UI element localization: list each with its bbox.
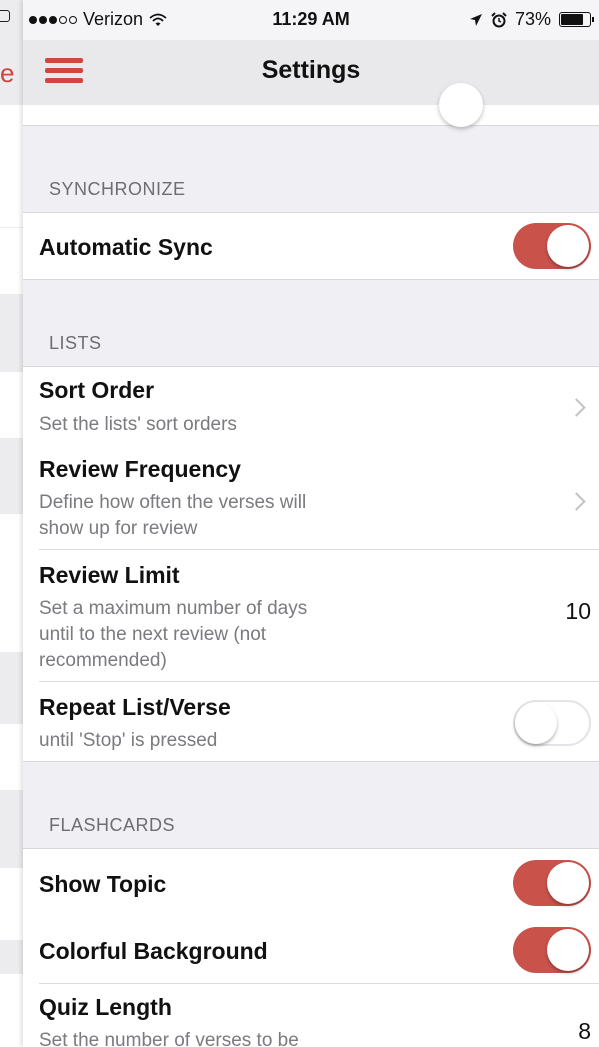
section-header-label: FLASHCARDS	[49, 815, 176, 835]
background-row	[0, 974, 23, 1047]
status-bar: Verizon 11:29 AM 73%	[23, 0, 599, 40]
location-arrow-icon	[469, 13, 482, 26]
row-subtitle: Set the lists' sort orders	[39, 414, 237, 435]
chevron-right-icon	[567, 398, 586, 417]
row-title: Sort Order	[39, 377, 155, 403]
row-colorful-background[interactable]: Colorful Background	[23, 916, 599, 984]
background-row	[0, 372, 23, 438]
row-title: Review Frequency	[39, 456, 241, 482]
cut-off-row	[23, 83, 599, 127]
row-subtitle: until 'Stop' is pressed	[39, 730, 218, 751]
battery-percent: 73%	[514, 9, 551, 29]
settings-panel: Verizon 11:29 AM 73% Settings SYNCHRONIZ…	[23, 0, 599, 1047]
row-subtitle: show up for review	[39, 518, 198, 539]
row-title: Repeat List/Verse	[39, 694, 231, 720]
row-title: Automatic Sync	[39, 234, 213, 260]
row-review-frequency[interactable]: Review Frequency Define how often the ve…	[23, 444, 599, 550]
row-title: Review Limit	[39, 562, 180, 588]
row-repeat-list-verse[interactable]: Repeat List/Verse until 'Stop' is presse…	[23, 682, 599, 762]
background-nav-text: e	[0, 58, 15, 88]
row-subtitle: Set a maximum number of days	[39, 598, 308, 619]
section-header-flashcards: FLASHCARDS	[23, 762, 599, 848]
background-app-edge[interactable]: e	[0, 0, 23, 1047]
row-automatic-sync[interactable]: Automatic Sync	[23, 212, 599, 280]
battery-icon	[559, 12, 594, 27]
row-subtitle: Set the number of verses to be	[39, 1030, 299, 1047]
row-subtitle: Define how often the verses will	[39, 492, 307, 513]
background-battery-icon	[0, 10, 10, 22]
background-row	[0, 724, 23, 790]
quiz-length-value: 8	[578, 1018, 591, 1044]
section-header-synchronize: SYNCHRONIZE	[23, 126, 599, 212]
background-row	[0, 514, 23, 652]
row-review-limit[interactable]: Review Limit Set a maximum number of day…	[23, 550, 599, 682]
page-title: Settings	[261, 56, 361, 84]
section-header-lists: LISTS	[23, 280, 599, 366]
background-row	[0, 868, 23, 940]
background-row	[0, 105, 23, 227]
row-show-topic[interactable]: Show Topic	[23, 848, 599, 917]
automatic-sync-toggle[interactable]	[513, 223, 591, 269]
row-title: Show Topic	[39, 871, 167, 897]
row-title: Quiz Length	[39, 994, 172, 1020]
review-limit-value: 10	[565, 598, 591, 624]
row-quiz-length[interactable]: Quiz Length Set the number of verses to …	[23, 984, 599, 1047]
row-subtitle: recommended)	[39, 650, 167, 671]
section-header-label: LISTS	[49, 333, 102, 353]
row-sort-order[interactable]: Sort Order Set the lists' sort orders	[23, 366, 599, 445]
show-topic-toggle[interactable]	[513, 860, 591, 906]
background-row	[0, 228, 23, 294]
navigation-bar: Settings	[23, 40, 599, 105]
colorful-background-toggle[interactable]	[513, 927, 591, 973]
toggle-knob[interactable]	[439, 83, 483, 127]
repeat-toggle[interactable]	[513, 700, 591, 746]
chevron-right-icon	[567, 492, 586, 511]
section-header-label: SYNCHRONIZE	[49, 179, 186, 199]
alarm-clock-icon	[491, 11, 507, 27]
row-title: Colorful Background	[39, 938, 268, 964]
row-subtitle: until to the next review (not	[39, 624, 267, 645]
